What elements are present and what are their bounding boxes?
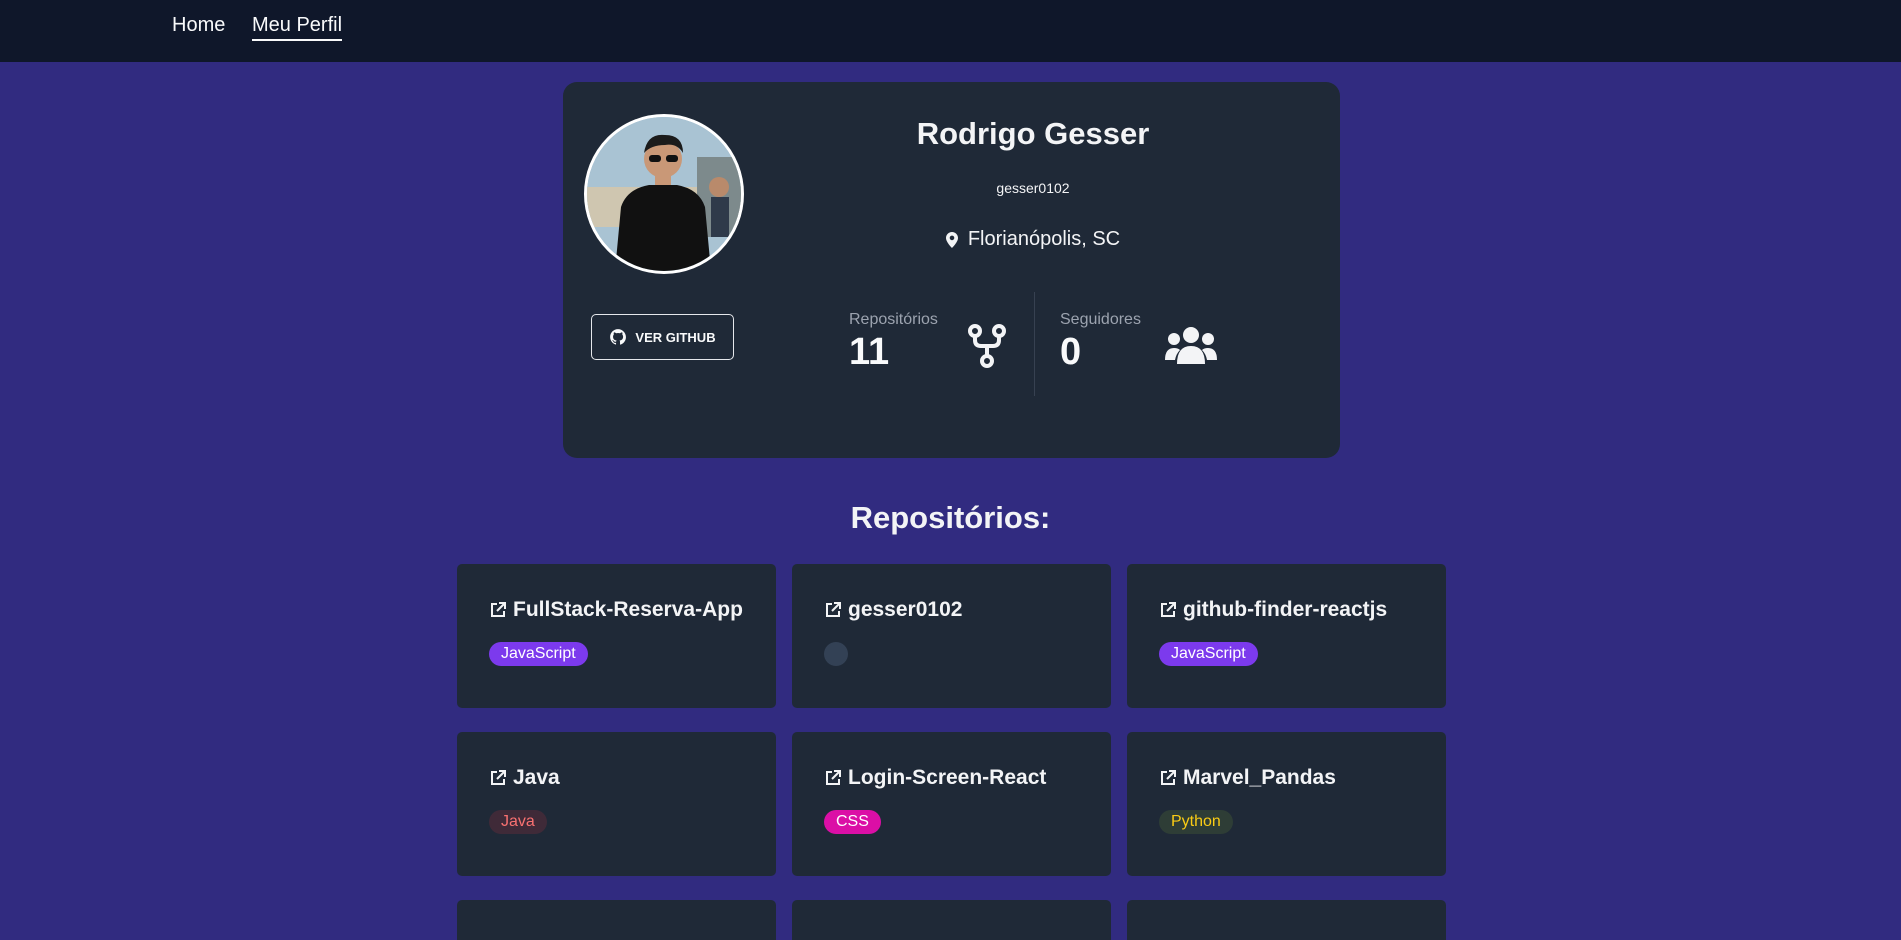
github-icon xyxy=(610,329,627,345)
profile-name: Rodrigo Gesser xyxy=(916,116,1150,151)
repo-card[interactable]: gesser0102 xyxy=(792,564,1111,708)
followers-stat-label: Seguidores xyxy=(1060,311,1141,328)
external-link-icon xyxy=(1161,770,1176,785)
repo-title: Java xyxy=(489,766,560,790)
external-link-icon xyxy=(826,770,841,785)
view-github-label: VER GITHUB xyxy=(635,329,716,345)
avatar xyxy=(584,114,744,274)
avatar-photo xyxy=(587,117,741,271)
repo-language-badge: JavaScript xyxy=(489,642,588,666)
users-icon xyxy=(1165,327,1217,364)
repo-card[interactable]: Marvel_Pandas Python xyxy=(1127,732,1446,876)
repo-language-badge xyxy=(824,642,848,666)
external-link-icon xyxy=(491,602,506,617)
profile-card: VER GITHUB Rodrigo Gesser gesser0102 Flo… xyxy=(563,82,1340,458)
repo-name[interactable]: FullStack-Reserva-App xyxy=(513,598,743,622)
repos-section-title: Repositórios: xyxy=(850,500,1051,535)
followers-stat-value: 0 xyxy=(1060,331,1082,373)
map-pin-icon xyxy=(945,231,958,248)
nav-home-link[interactable]: Home xyxy=(172,12,225,38)
repo-title: github-finder-reactjs xyxy=(1159,598,1387,622)
top-navbar: Home Meu Perfil xyxy=(0,0,1901,62)
stats-divider xyxy=(1034,292,1035,396)
repo-title: Marvel_Pandas xyxy=(1159,766,1336,790)
profile-location: Florianópolis, SC xyxy=(773,228,1293,251)
nav-profile-link[interactable]: Meu Perfil xyxy=(252,12,343,41)
external-link-icon xyxy=(491,770,506,785)
repo-card[interactable] xyxy=(457,900,776,940)
git-fork-icon xyxy=(968,324,1006,368)
view-github-button[interactable]: VER GITHUB xyxy=(591,314,734,360)
repo-card[interactable]: Java Java xyxy=(457,732,776,876)
repo-card[interactable] xyxy=(792,900,1111,940)
repo-name[interactable]: gesser0102 xyxy=(848,598,962,622)
repo-card[interactable]: github-finder-reactjs JavaScript xyxy=(1127,564,1446,708)
repo-card[interactable] xyxy=(1127,900,1446,940)
repo-language-badge: Python xyxy=(1159,810,1233,834)
external-link-icon xyxy=(1161,602,1176,617)
repos-stat: Repositórios 11 xyxy=(849,311,938,373)
repo-title: gesser0102 xyxy=(824,598,962,622)
external-link-icon xyxy=(826,602,841,617)
repo-name[interactable]: Marvel_Pandas xyxy=(1183,766,1336,790)
repo-name[interactable]: github-finder-reactjs xyxy=(1183,598,1387,622)
repo-name[interactable]: Java xyxy=(513,766,560,790)
repo-language-badge: Java xyxy=(489,810,547,834)
repo-card[interactable]: Login-Screen-React CSS xyxy=(792,732,1111,876)
repos-stat-value: 11 xyxy=(849,331,890,373)
repo-title: Login-Screen-React xyxy=(824,766,1046,790)
repo-language-badge: CSS xyxy=(824,810,881,834)
repo-language-badge: JavaScript xyxy=(1159,642,1258,666)
profile-username: gesser0102 xyxy=(996,180,1070,196)
location-text: Florianópolis, SC xyxy=(967,228,1121,250)
repo-name[interactable]: Login-Screen-React xyxy=(848,766,1046,790)
repos-stat-label: Repositórios xyxy=(849,311,938,328)
repo-card[interactable]: FullStack-Reserva-App JavaScript xyxy=(457,564,776,708)
followers-stat: Seguidores 0 xyxy=(1060,311,1141,373)
repo-title: FullStack-Reserva-App xyxy=(489,598,743,622)
